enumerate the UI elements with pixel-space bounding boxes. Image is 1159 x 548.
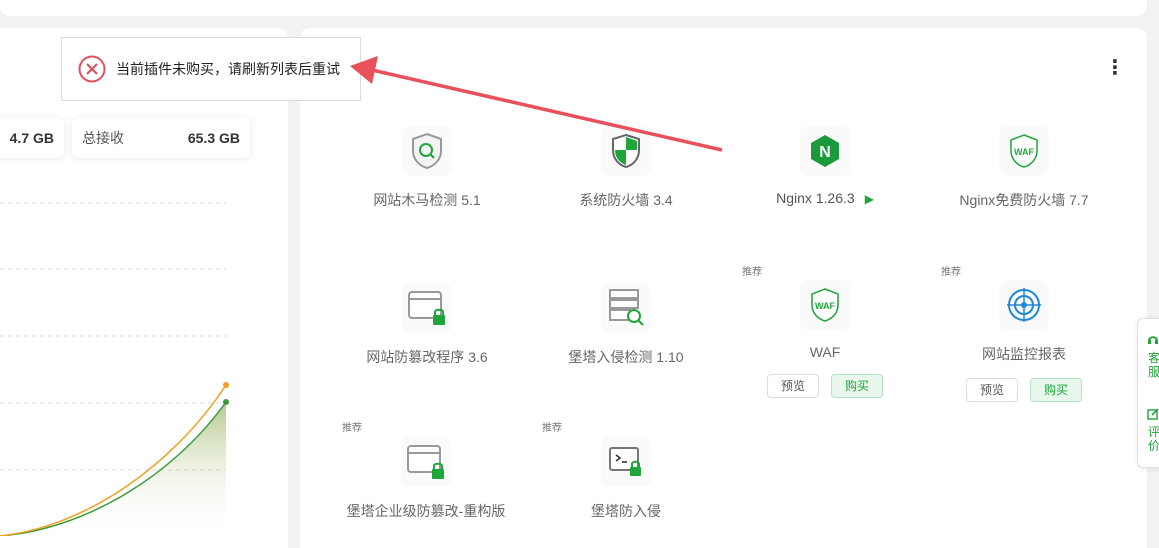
tamper-proof-icon	[401, 437, 451, 487]
buy-button[interactable]: 购买	[831, 374, 884, 398]
waf-shield-icon: WAF	[800, 280, 850, 330]
plugin-item[interactable]: 堡塔防入侵	[526, 437, 726, 521]
stat-total-receive-value: 65.3 GB	[187, 130, 240, 146]
error-circle-icon	[78, 55, 106, 83]
tamper-proof-icon	[402, 283, 452, 333]
waf-icon-label: WAF	[815, 301, 835, 311]
trojan-scan-icon	[402, 126, 452, 176]
plugin-item[interactable]: WAF Nginx免费防火墙 7.7	[924, 126, 1124, 210]
recommend-tag: 推荐	[742, 267, 762, 278]
plugin-item[interactable]: WAF WAF 预览 购买	[725, 280, 925, 398]
plugin-name: 堡塔企业级防篡改-重构版	[346, 503, 506, 519]
plugin-item[interactable]: N Nginx 1.26.3 ▶	[725, 126, 925, 206]
customer-service-link[interactable]: 客服	[1148, 351, 1159, 379]
preview-button[interactable]: 预览	[965, 378, 1018, 402]
nginx-icon: N	[800, 126, 850, 176]
plugin-name: 网站防篡改程序 3.6	[366, 349, 488, 365]
top-card	[0, 0, 1147, 16]
waf-shield-icon: WAF	[999, 126, 1049, 176]
traffic-chart	[0, 202, 229, 536]
plugin-item[interactable]: 堡塔企业级防篡改-重构版	[326, 437, 526, 521]
play-icon[interactable]: ▶	[865, 192, 874, 206]
plugin-item[interactable]: 堡塔入侵检测 1.10	[526, 283, 726, 367]
edit-icon	[1147, 407, 1159, 420]
headset-icon	[1147, 333, 1159, 345]
toast-message: 当前插件未购买，请刷新列表后重试	[116, 61, 340, 77]
intrusion-detect-icon	[601, 283, 651, 333]
plugin-name: 系统防火墙 3.4	[579, 192, 673, 208]
preview-button[interactable]: 预览	[766, 374, 819, 398]
plugin-name-row: Nginx 1.26.3 ▶	[725, 190, 925, 206]
plugin-item[interactable]: 网站监控报表 预览 购买	[924, 280, 1124, 402]
plugin-name: Nginx免费防火墙 7.7	[959, 192, 1089, 208]
chart-point-send	[223, 382, 229, 388]
plugin-name: 堡塔防入侵	[591, 503, 661, 519]
stat-total-receive-label: 总接收	[82, 130, 124, 146]
plugin-name: Nginx 1.26.3	[776, 190, 855, 206]
plugin-name: 网站木马检测 5.1	[373, 192, 481, 208]
plugin-item[interactable]: 系统防火墙 3.4	[526, 126, 726, 210]
error-toast: 当前插件未购买，请刷新列表后重试	[61, 37, 361, 101]
more-menu-icon[interactable]: ⋮	[1105, 58, 1125, 78]
firewall-shield-icon	[601, 126, 651, 176]
recommend-tag: 推荐	[342, 423, 362, 434]
waf-icon-label: WAF	[1014, 147, 1034, 157]
monitor-report-icon	[999, 280, 1049, 330]
recommend-tag: 推荐	[941, 267, 961, 278]
recommend-tag: 推荐	[542, 423, 562, 434]
terminal-lock-icon	[601, 437, 651, 487]
plugin-name: WAF	[809, 344, 841, 360]
chart-area-fill	[0, 402, 226, 536]
stat-total-receive: 总接收 65.3 GB	[72, 118, 250, 158]
plugin-name: 堡塔入侵检测 1.10	[568, 349, 684, 365]
review-link[interactable]: 评价	[1148, 425, 1159, 453]
plugin-item[interactable]: 网站防篡改程序 3.6	[327, 283, 527, 367]
plugin-name: 网站监控报表	[982, 346, 1066, 362]
side-float-panel: 客服 评价	[1137, 318, 1159, 468]
stat-partial-value: 4.7 GB	[9, 130, 54, 146]
nginx-icon-letter: N	[819, 144, 831, 161]
chart-point-receive	[223, 399, 229, 405]
buy-button[interactable]: 购买	[1030, 378, 1083, 402]
stat-partial: 4.7 GB	[0, 118, 64, 158]
plugin-item[interactable]: 网站木马检测 5.1	[327, 126, 527, 210]
